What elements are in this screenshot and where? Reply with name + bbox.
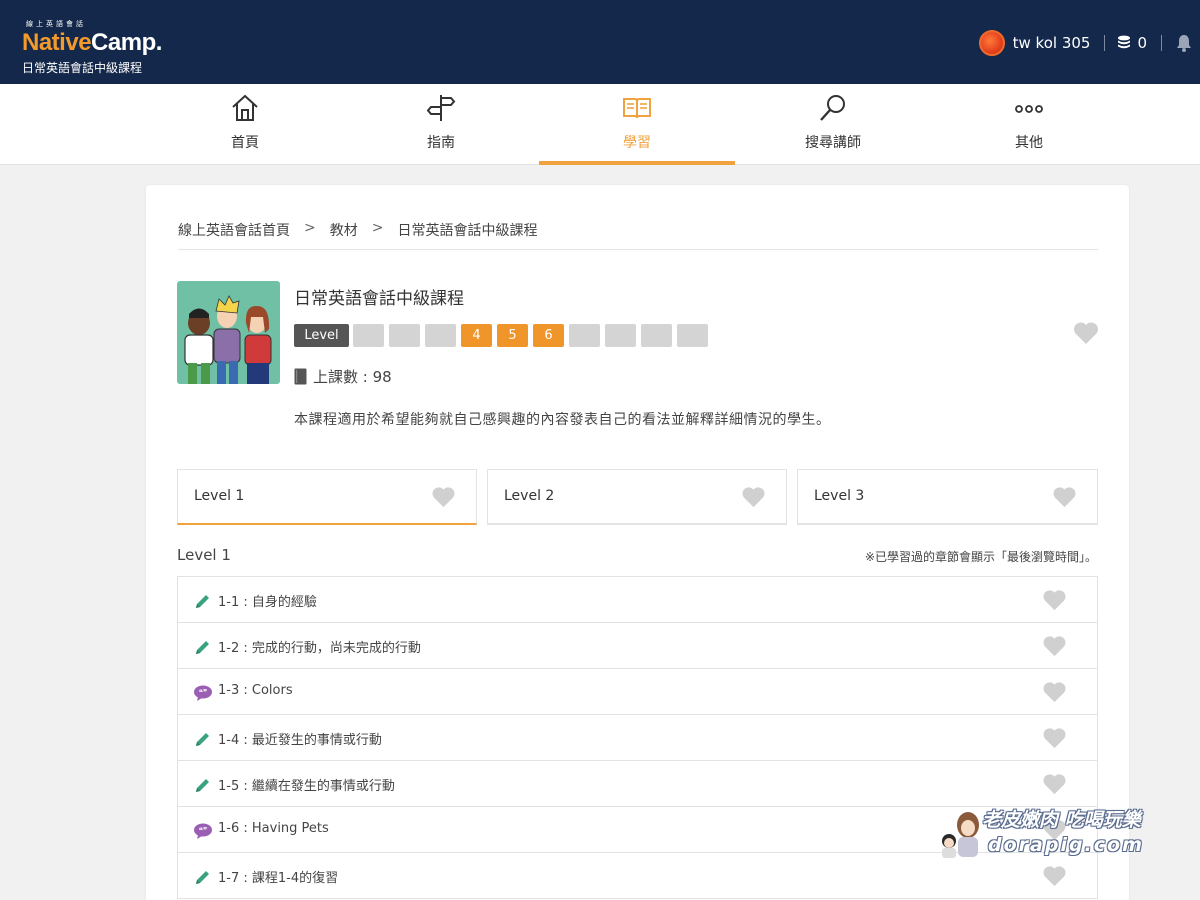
brand-logo[interactable]: 線上英語會話 NativeCamp. 日常英語會話中級課程 [22,20,222,76]
speech-bubble-icon: ❝❞ [194,823,212,839]
speech-bubble-icon: ❝❞ [194,685,212,701]
level-box [353,324,384,347]
breadcrumb: 線上英語會話首頁 > 教材 > 日常英語會話中級課程 [178,220,551,240]
lesson-count: 上課數 : 98 [294,366,392,387]
breadcrumb-materials[interactable]: 教材 [330,220,358,240]
course-title: 日常英語會話中級課程 [294,289,464,309]
level-box [389,324,420,347]
pencil-icon [196,871,209,884]
watermark-figure-icon [942,812,979,858]
list-item[interactable]: 1-1 : 自身的經驗 [177,577,1098,623]
user-name[interactable]: tw kol 305 [1013,34,1091,52]
brand-tagline: 線上英語會話 [26,20,86,28]
heart-icon[interactable] [1073,321,1099,345]
heart-icon[interactable] [1042,865,1067,887]
nav-guide[interactable]: 指南 [343,84,539,165]
avatar[interactable] [978,30,1005,56]
divider [178,249,1098,250]
level-box [605,324,636,347]
section-note: ※已學習過的章節會顯示「最後瀏覽時間」。 [864,550,1097,564]
chapter-label: 1-1 : 自身的經驗 [218,595,317,610]
nav-more-label: 其他 [1015,135,1043,151]
book-open-icon [623,98,651,119]
user-area: tw kol 305 0 [978,28,1200,58]
more-icon [1015,105,1043,113]
list-item[interactable]: ❝❞ 1-3 : Colors [177,669,1098,715]
tab-level-3[interactable]: Level 3 [797,469,1098,525]
level-tabs: Level 1 Level 2 Level 3 [177,469,1098,525]
breadcrumb-home[interactable]: 線上英語會話首頁 [178,220,290,240]
chapter-label: 1-5 : 繼續在發生的事情或行動 [218,779,395,794]
nav-search-teacher[interactable]: 搜尋講師 [735,84,931,165]
nav-study-label: 學習 [623,135,651,151]
main-nav: 首頁 指南 學習 搜尋講師 其他 [0,84,1200,165]
coin-count: 0 [1137,34,1147,52]
top-header: 線上英語會話 NativeCamp. 日常英語會話中級課程 tw kol 305… [0,0,1200,84]
section-title: Level 1 [177,546,231,564]
svg-text:❝❞: ❝❞ [199,688,208,697]
breadcrumb-separator: > [304,220,316,236]
level-box [641,324,672,347]
header-subtitle: 日常英語會話中級課程 [22,61,143,75]
nav-more[interactable]: 其他 [931,84,1127,165]
level-box [569,324,600,347]
level-box [425,324,456,347]
pencil-icon [196,779,209,792]
breadcrumb-separator: > [371,220,384,236]
heart-icon[interactable] [431,486,456,508]
list-item[interactable]: 1-2 : 完成的行動，尚未完成的行動 [177,623,1098,669]
nav-study[interactable]: 學習 [539,84,735,165]
bell-icon[interactable] [1174,33,1194,53]
home-icon [232,94,258,121]
watermark-text: 老皮嫩肉 吃喝玩樂 [982,809,1141,831]
nav-search-label: 搜尋講師 [805,135,861,151]
heart-icon[interactable] [1042,589,1067,611]
tab-level-1[interactable]: Level 1 [177,469,477,525]
heart-icon[interactable] [1042,773,1067,795]
signpost-icon [426,95,456,121]
nav-home[interactable]: 首頁 [147,84,343,165]
pencil-icon [196,595,209,608]
level-box [677,324,708,347]
svg-text:❝❞: ❝❞ [199,826,208,835]
chapter-label: 1-6 : Having Pets [218,821,329,836]
course-thumbnail [177,281,280,384]
nav-guide-label: 指南 [427,135,455,151]
tab-label: Level 1 [194,488,245,504]
level-box-active: 6 [533,324,564,347]
tab-label: Level 3 [814,488,865,504]
chapter-label: 1-2 : 完成的行動，尚未完成的行動 [218,641,421,656]
level-box-active: 4 [461,324,492,347]
brand-wordmark: NativeCamp. [22,29,162,56]
book-icon [294,368,307,385]
heart-icon[interactable] [1042,727,1067,749]
heart-icon[interactable] [1042,635,1067,657]
watermark-url: dorapig.com [988,834,1144,856]
nav-home-label: 首頁 [231,135,259,151]
list-item[interactable]: 1-4 : 最近發生的事情或行動 [177,715,1098,761]
heart-icon[interactable] [1052,486,1077,508]
chapter-label: 1-3 : Colors [218,683,293,698]
level-tag: Level [294,324,349,347]
breadcrumb-current: 日常英語會話中級課程 [397,223,538,239]
heart-icon[interactable] [1042,681,1067,703]
pencil-icon [196,733,209,746]
level-indicator: Level 4 5 6 [294,324,713,347]
tab-label: Level 2 [504,488,555,504]
chapter-label: 1-4 : 最近發生的事情或行動 [218,733,382,748]
divider [1104,35,1106,51]
course-description: 本課程適用於希望能夠就自己感興趣的內容發表自己的看法並解釋詳細情況的學生。 [294,412,831,428]
list-item[interactable]: 1-5 : 繼續在發生的事情或行動 [177,761,1098,807]
chapter-label: 1-7 : 課程1-4的復習 [218,871,339,886]
watermark: 老皮嫩肉 吃喝玩樂 dorapig.com [938,805,1168,861]
search-icon [820,95,845,121]
divider [1161,35,1162,51]
heart-icon[interactable] [741,486,766,508]
lesson-count-label: 上課數 : 98 [313,368,392,386]
coins-icon[interactable] [1117,35,1131,51]
level-box-active: 5 [497,324,528,347]
pencil-icon [196,641,209,654]
tab-level-2[interactable]: Level 2 [487,469,787,525]
course-card: 線上英語會話首頁 > 教材 > 日常英語會話中級課程 日常英語會話中級課程 Le… [146,185,1129,900]
